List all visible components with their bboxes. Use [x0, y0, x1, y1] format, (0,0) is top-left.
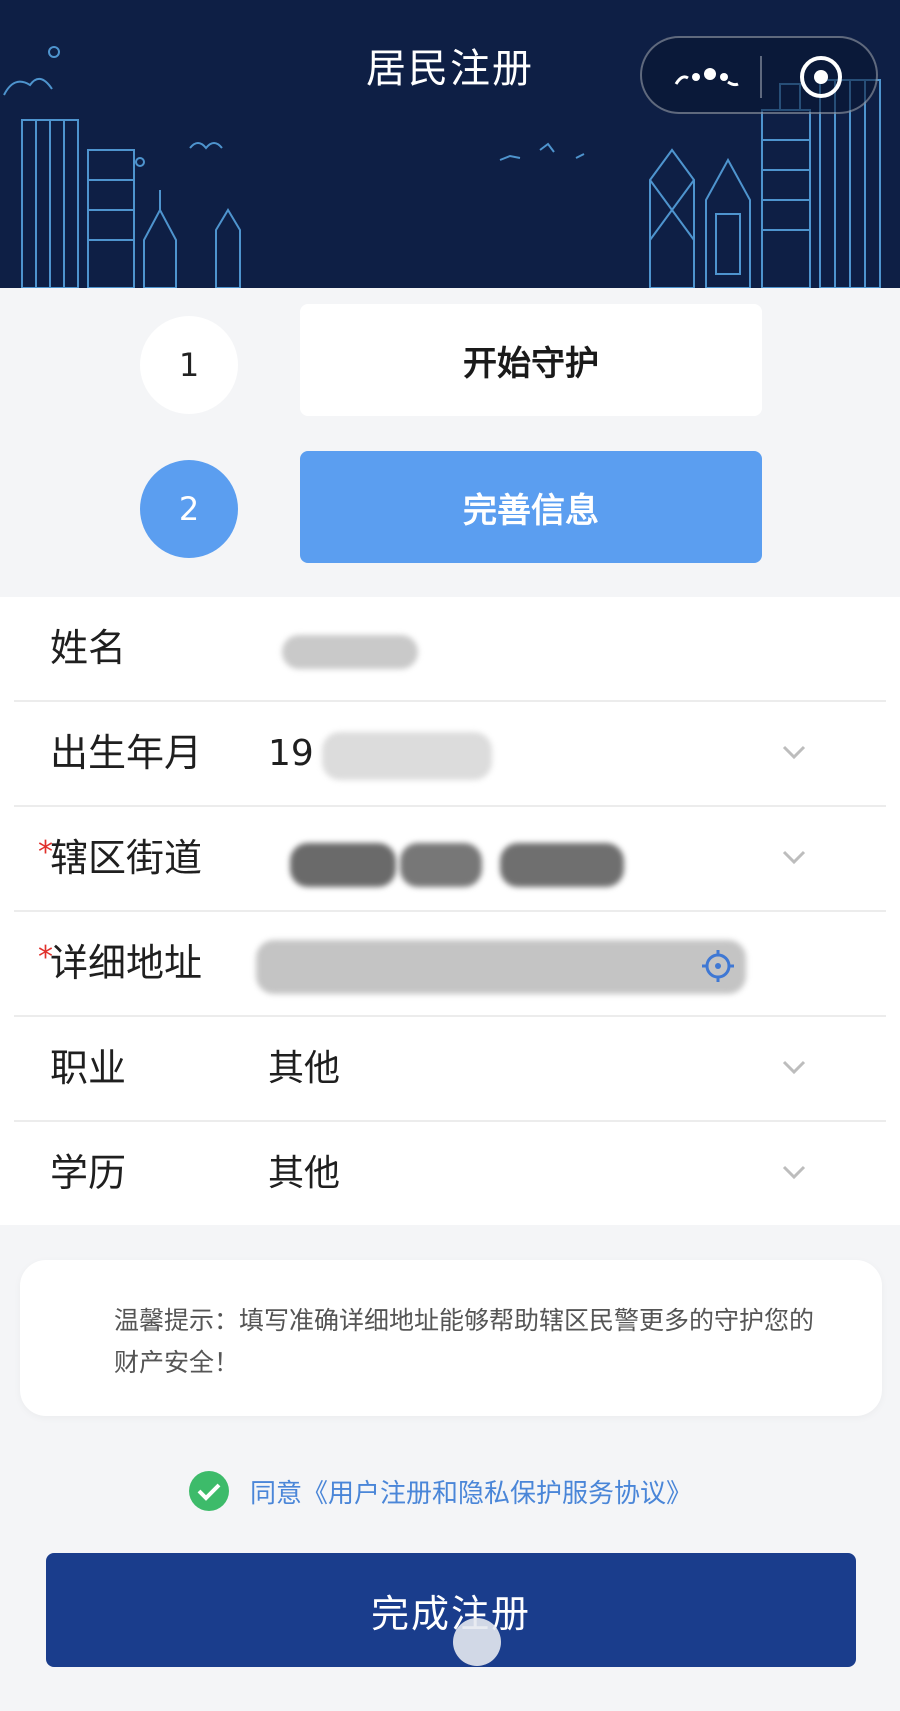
name-value-redacted: [282, 635, 418, 669]
address-value-redacted: [256, 940, 746, 994]
birth-row[interactable]: 出生年月 19: [14, 702, 886, 807]
chevron-down-icon: [782, 1060, 806, 1075]
birth-value: 19: [268, 733, 314, 774]
district-value-redacted-2: [400, 843, 482, 887]
district-label: * 辖区街道: [38, 807, 203, 910]
birth-label: 出生年月: [50, 731, 203, 775]
locate-crosshair-icon[interactable]: [700, 948, 736, 984]
occupation-label: 职业: [50, 1046, 127, 1090]
registration-form: 姓名 出生年月 19 * 辖区街道 * 详细地址 职业 其他 学历 其他: [0, 597, 900, 1225]
occupation-value: 其他: [268, 1048, 341, 1089]
header-banner: 居民注册: [0, 0, 900, 288]
tip-text: 温馨提示：填写准确详细地址能够帮助辖区民警更多的守护您的财产安全！: [114, 1306, 815, 1377]
chevron-down-icon: [782, 745, 806, 760]
step-1-number: 1: [140, 316, 238, 414]
address-label-text: 详细地址: [50, 941, 203, 985]
check-circle-icon[interactable]: [188, 1470, 230, 1512]
tip-card: 温馨提示：填写准确详细地址能够帮助辖区民警更多的守护您的财产安全！: [20, 1260, 882, 1416]
name-row[interactable]: 姓名: [14, 597, 886, 702]
required-mark: *: [38, 835, 53, 870]
address-label: * 详细地址: [38, 912, 203, 1015]
education-row[interactable]: 学历 其他: [14, 1122, 886, 1227]
education-label: 学历: [50, 1151, 127, 1195]
agreement-link[interactable]: 同意《用户注册和隐私保护服务协议》: [250, 1473, 692, 1510]
district-value-redacted-3: [500, 843, 624, 887]
chevron-down-icon: [782, 850, 806, 865]
agreement-row[interactable]: 同意《用户注册和隐私保护服务协议》: [188, 1468, 692, 1514]
more-dots-icon[interactable]: [672, 56, 742, 98]
chevron-down-icon: [782, 1165, 806, 1180]
submit-button[interactable]: 完成注册: [46, 1553, 856, 1667]
step-2-label[interactable]: 完善信息: [300, 451, 762, 563]
address-row[interactable]: * 详细地址: [14, 912, 886, 1017]
mini-program-capsule: [640, 36, 878, 114]
name-label: 姓名: [50, 626, 127, 670]
district-value-redacted-1: [290, 843, 396, 887]
district-label-text: 辖区街道: [50, 836, 203, 880]
required-mark: *: [38, 940, 53, 975]
occupation-row[interactable]: 职业 其他: [14, 1017, 886, 1122]
birth-value-redacted: [322, 732, 492, 780]
target-circle-icon[interactable]: [798, 54, 844, 100]
touch-indicator: [453, 1618, 501, 1666]
step-2-number: 2: [140, 460, 238, 558]
capsule-divider: [760, 56, 762, 98]
education-value: 其他: [268, 1153, 341, 1194]
district-row[interactable]: * 辖区街道: [14, 807, 886, 912]
step-1-label[interactable]: 开始守护: [300, 304, 762, 416]
